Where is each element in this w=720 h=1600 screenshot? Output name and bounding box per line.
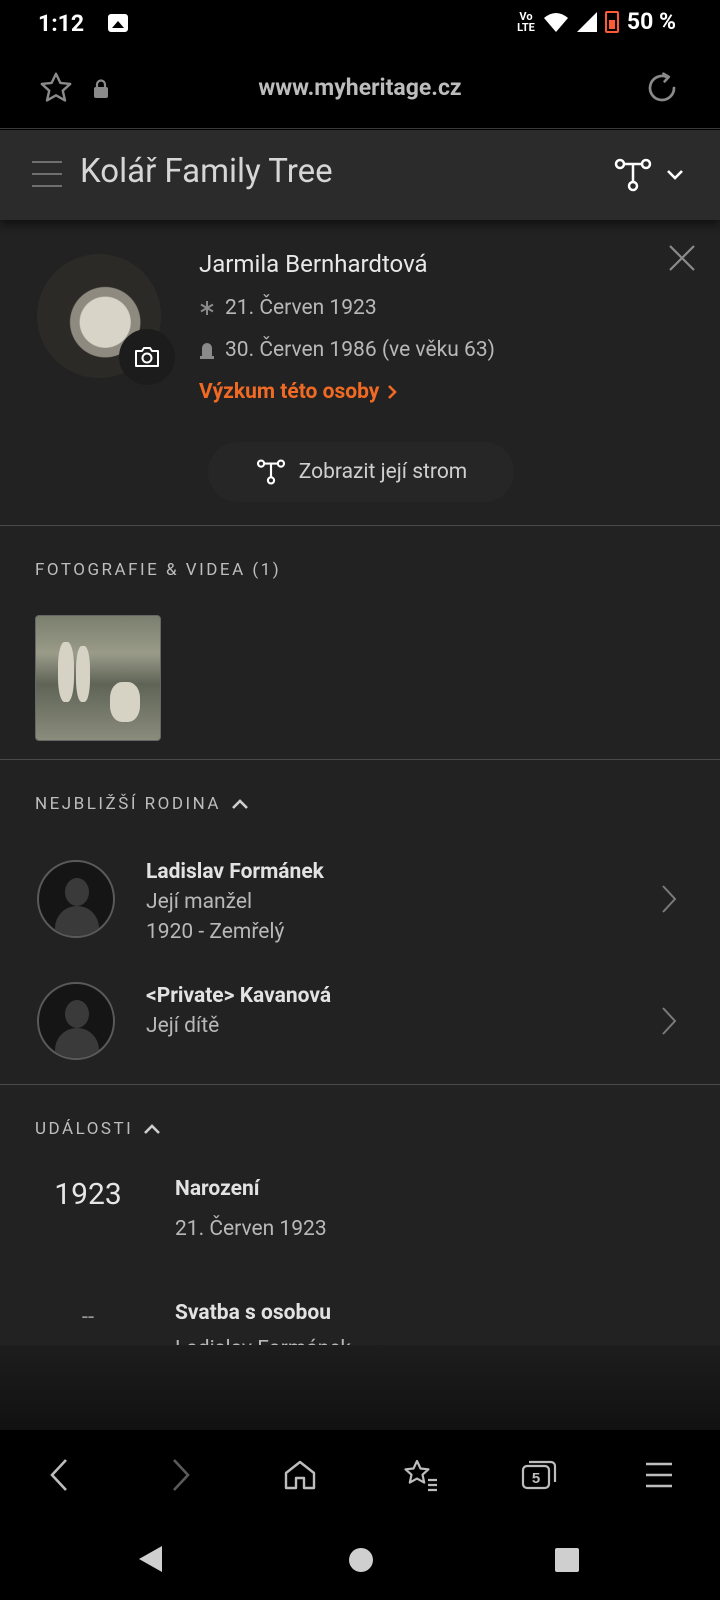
family-member-row[interactable]: Ladislav Formánek Její manžel 1920 - Zem…	[0, 852, 720, 952]
chevron-right-icon	[662, 885, 677, 913]
member-name: Ladislav Formánek	[146, 860, 324, 884]
system-nav-bar	[0, 1520, 720, 1600]
gallery-notification-icon	[108, 14, 128, 32]
tree-switcher[interactable]	[614, 158, 684, 192]
close-icon[interactable]	[666, 242, 698, 274]
event-year: 1923	[54, 1177, 122, 1212]
photo-thumbnail[interactable]	[35, 615, 161, 741]
tabs-icon[interactable]: 5	[516, 1452, 562, 1498]
home-icon[interactable]	[277, 1452, 323, 1498]
event-detail: 21. Červen 1923	[175, 1217, 327, 1241]
member-relation: Její dítě	[146, 1014, 220, 1038]
battery-percent: 50 %	[626, 8, 676, 35]
tabs-count: 5	[532, 1470, 540, 1487]
chevron-down-icon	[667, 170, 683, 180]
chevron-up-icon	[232, 799, 248, 809]
show-tree-button[interactable]: Zobrazit její strom	[208, 442, 514, 502]
photos-title: FOTOGRAFIE & VIDEA (1)	[35, 560, 282, 580]
event-detail: Ladislav Formánek	[175, 1337, 351, 1345]
chevron-right-icon	[662, 1007, 677, 1035]
show-tree-label: Zobrazit její strom	[298, 460, 468, 484]
person-name: Jarmila Bernhardtová	[199, 250, 428, 278]
camera-icon[interactable]	[119, 329, 175, 385]
chevron-up-icon	[144, 1124, 161, 1134]
tree-icon	[256, 459, 285, 485]
avatar	[37, 860, 115, 938]
back-icon[interactable]	[36, 1452, 82, 1498]
browser-bottom-nav: 5	[0, 1430, 720, 1520]
menu-icon[interactable]	[32, 161, 62, 187]
family-section: NEJBLIŽŠÍ RODINA Ladislav Formánek Její …	[0, 760, 720, 1085]
battery-icon	[604, 10, 619, 33]
url-text[interactable]: www.myheritage.cz	[0, 74, 720, 101]
member-years: 1920 - Zemřelý	[146, 920, 285, 944]
tree-icon	[614, 158, 652, 192]
app-header: Kolář Family Tree	[0, 130, 720, 220]
wifi-icon	[543, 12, 568, 32]
death-line: 30. Červen 1986 (ve věku 63)	[199, 338, 495, 362]
tombstone-icon	[200, 343, 214, 359]
status-bar: 1:12 Vo LTE 50 %	[0, 0, 720, 50]
status-time: 1:12	[38, 10, 85, 37]
system-home-icon[interactable]	[349, 1548, 373, 1572]
chevron-right-icon	[388, 385, 398, 399]
bottom-fade	[0, 1345, 720, 1430]
page-title: Kolář Family Tree	[80, 152, 333, 191]
avatar	[37, 982, 115, 1060]
member-relation: Její manžel	[146, 890, 253, 914]
events-title[interactable]: UDÁLOSTI	[35, 1119, 161, 1139]
research-person-link[interactable]: Výzkum této osoby	[199, 380, 398, 404]
death-date: 30. Červen 1986 (ve věku 63)	[225, 338, 495, 362]
event-title: Narození	[175, 1177, 260, 1201]
volte-icon: Vo LTE	[517, 9, 535, 34]
bookmarks-icon[interactable]	[398, 1452, 444, 1498]
event-year: --	[81, 1305, 95, 1330]
forward-icon[interactable]	[158, 1452, 204, 1498]
main-content: Jarmila Bernhardtová 21. Červen 1923 30.…	[0, 220, 720, 1345]
browser-address-bar: www.myheritage.cz	[0, 50, 720, 129]
reload-icon[interactable]	[644, 70, 680, 106]
profile-card: Jarmila Bernhardtová 21. Červen 1923 30.…	[0, 220, 720, 526]
system-recents-icon[interactable]	[555, 1548, 579, 1572]
events-section: UDÁLOSTI 1923 Narození 21. Červen 1923 -…	[0, 1085, 720, 1345]
status-icons: Vo LTE 50 %	[517, 8, 676, 35]
member-name: <Private> Kavanová	[146, 984, 332, 1008]
browser-menu-icon[interactable]	[636, 1452, 682, 1498]
asterisk-icon	[200, 301, 214, 315]
system-back-icon[interactable]	[136, 1544, 164, 1574]
family-title[interactable]: NEJBLIŽŠÍ RODINA	[35, 794, 249, 814]
birth-line: 21. Červen 1923	[199, 296, 377, 320]
birth-date: 21. Červen 1923	[225, 296, 377, 320]
event-title: Svatba s osobou	[175, 1301, 331, 1325]
family-member-row[interactable]: <Private> Kavanová Její dítě	[0, 974, 720, 1074]
photos-section: FOTOGRAFIE & VIDEA (1)	[0, 526, 720, 760]
signal-icon	[576, 11, 597, 32]
